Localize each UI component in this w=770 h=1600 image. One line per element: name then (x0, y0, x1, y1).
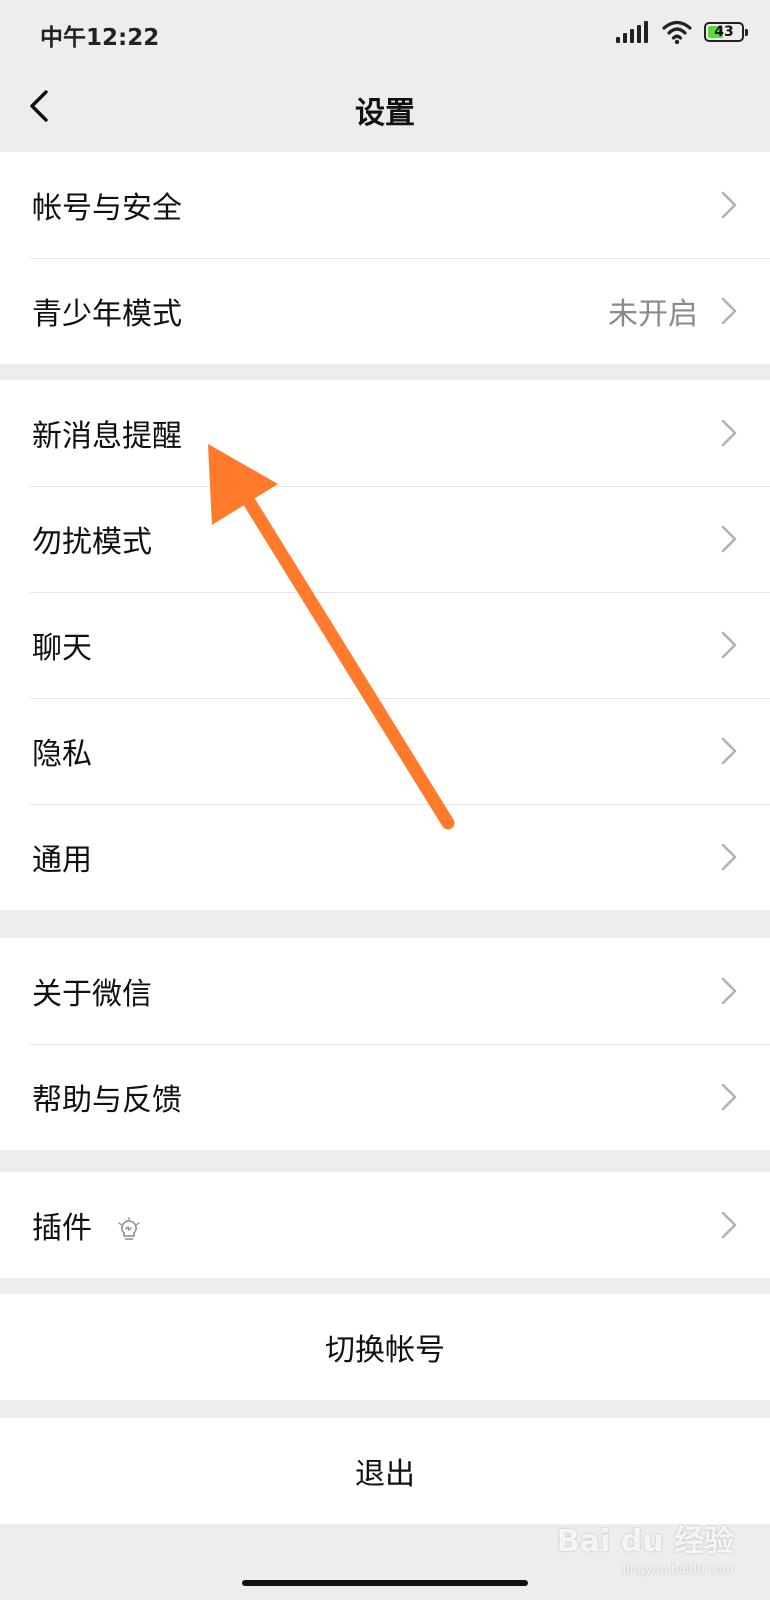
switch-account-button[interactable]: 切换帐号 (0, 1294, 770, 1400)
settings-item-value: 未开启 (608, 297, 698, 332)
settings-group-plugins: 插件 (0, 1172, 770, 1278)
watermark-url: jingyan.baidu.com (623, 1562, 734, 1576)
settings-item-privacy[interactable]: 隐私 (0, 698, 770, 804)
settings-group-about: 关于微信 帮助与反馈 (0, 938, 770, 1150)
logout-button[interactable]: 退出 (0, 1418, 770, 1524)
settings-item-label: 青少年模式 (32, 297, 182, 332)
settings-item-label: 帐号与安全 (32, 191, 182, 226)
chevron-right-icon (721, 297, 737, 325)
settings-item-new-message-alert[interactable]: 新消息提醒 (0, 380, 770, 486)
settings-item-label-wrap: 插件 (32, 1203, 142, 1247)
settings-item-do-not-disturb[interactable]: 勿扰模式 (0, 486, 770, 592)
settings-item-label: 帮助与反馈 (32, 1083, 182, 1118)
home-indicator[interactable] (242, 1580, 528, 1586)
nav-bar: 设置 (0, 62, 770, 152)
page-title: 设置 (355, 96, 415, 131)
wifi-icon (662, 20, 692, 45)
settings-item-chat[interactable]: 聊天 (0, 592, 770, 698)
chevron-right-icon (721, 843, 737, 871)
settings-item-label: 插件 (32, 1211, 92, 1246)
settings-item-about-wechat[interactable]: 关于微信 (0, 938, 770, 1044)
settings-item-label: 隐私 (32, 737, 92, 772)
status-bar: 中午12:22 43 (0, 0, 770, 62)
settings-item-label: 关于微信 (32, 977, 152, 1012)
settings-item-label: 通用 (32, 843, 92, 878)
signal-icon (616, 21, 648, 43)
battery-level: 43 (714, 24, 734, 40)
chevron-right-icon (721, 525, 737, 553)
chevron-right-icon (721, 1211, 737, 1239)
settings-item-label: 聊天 (32, 631, 92, 666)
settings-item-plugins[interactable]: 插件 (0, 1172, 770, 1278)
settings-item-teen-mode[interactable]: 青少年模式 未开启 (0, 258, 770, 364)
battery-icon: 43 (704, 22, 748, 42)
settings-item-help-feedback[interactable]: 帮助与反馈 (0, 1044, 770, 1150)
settings-group-general: 新消息提醒 勿扰模式 聊天 隐私 通用 (0, 380, 770, 910)
chevron-right-icon (721, 419, 737, 447)
chevron-right-icon (721, 977, 737, 1005)
settings-item-label: 新消息提醒 (32, 419, 182, 454)
chevron-right-icon (721, 737, 737, 765)
logout-group: 退出 (0, 1418, 770, 1524)
status-time: 中午12:22 (40, 25, 160, 51)
switch-account-group: 切换帐号 (0, 1294, 770, 1400)
chevron-right-icon (721, 1083, 737, 1111)
lightbulb-icon (117, 1216, 140, 1240)
watermark-logo: Bai du 经验 (556, 1524, 734, 1559)
settings-item-label: 勿扰模式 (32, 525, 152, 560)
settings-item-account-security[interactable]: 帐号与安全 (0, 152, 770, 258)
chevron-right-icon (721, 191, 737, 219)
settings-item-general[interactable]: 通用 (0, 804, 770, 910)
settings-group-account: 帐号与安全 青少年模式 未开启 (0, 152, 770, 364)
status-icons: 43 (616, 18, 748, 46)
chevron-right-icon (721, 631, 737, 659)
